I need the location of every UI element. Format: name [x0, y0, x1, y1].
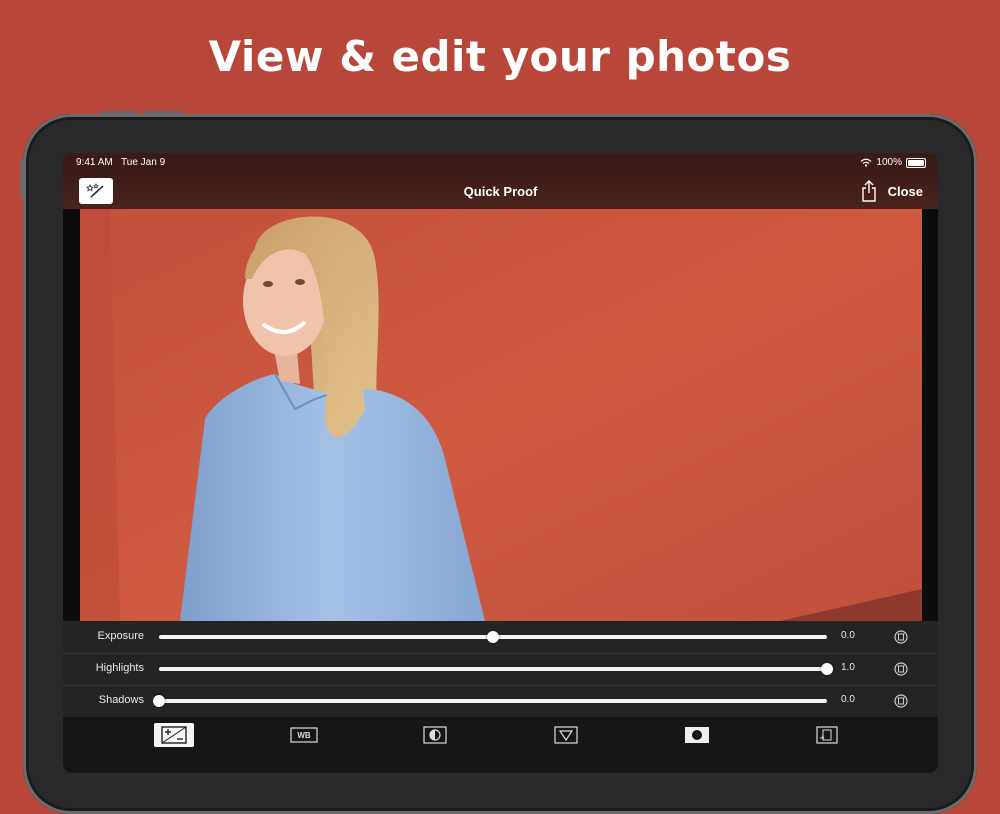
transform-icon [816, 726, 838, 744]
reset-icon[interactable] [893, 661, 909, 677]
slider-knob[interactable] [487, 631, 499, 643]
contrast-icon [423, 726, 447, 744]
slider-knob[interactable] [821, 663, 833, 675]
battery-percent: 100% [876, 157, 902, 168]
tool-vignette[interactable] [677, 723, 717, 747]
tool-curves[interactable] [546, 723, 586, 747]
reset-icon[interactable] [893, 629, 909, 645]
tool-white-balance[interactable]: WB [284, 723, 324, 747]
status-time: 9:41 AM Tue Jan 9 [76, 157, 166, 168]
share-icon[interactable] [860, 179, 878, 203]
battery-icon [906, 157, 926, 168]
highlights-slider[interactable] [159, 663, 833, 675]
slider-label: Exposure [97, 630, 144, 642]
slider-row-shadows: Shadows 0.0 [63, 685, 938, 717]
shadows-slider[interactable] [153, 695, 827, 707]
tool-transform[interactable] [807, 723, 847, 747]
slider-label: Shadows [98, 694, 144, 706]
tool-bar: WB [63, 717, 938, 773]
slider-row-highlights: Highlights 1.0 [63, 653, 938, 686]
wifi-icon [860, 158, 872, 167]
close-button[interactable]: Close [888, 184, 923, 199]
app-screen: 9:41 AM Tue Jan 9 100% Quick Proof Close… [63, 153, 938, 773]
nav-bar: Quick Proof Close [63, 175, 938, 209]
exposure-icon [161, 726, 187, 744]
slider-row-exposure: Exposure 0.0 [63, 621, 938, 654]
reset-icon[interactable] [893, 693, 909, 709]
wb-icon: WB [290, 727, 318, 743]
adjustment-panel: Exposure 0.0 Highlights 1.0 Shadows 0.0 [63, 621, 938, 717]
status-right: 100% [860, 157, 926, 168]
tool-contrast[interactable] [415, 723, 455, 747]
exposure-slider[interactable] [159, 631, 827, 643]
headline: View & edit your photos [208, 32, 792, 81]
photo [80, 209, 922, 621]
slider-knob[interactable] [153, 695, 165, 707]
slider-value: 0.0 [841, 694, 855, 705]
vignette-icon [685, 727, 709, 743]
slider-value: 0.0 [841, 630, 855, 641]
status-bar: 9:41 AM Tue Jan 9 100% [63, 153, 938, 175]
slider-value: 1.0 [841, 662, 855, 673]
slider-label: Highlights [95, 662, 144, 674]
wb-text: WB [297, 731, 311, 740]
page-title: Quick Proof [463, 184, 538, 199]
tool-exposure[interactable] [154, 723, 194, 747]
tone-curve-icon [554, 726, 578, 744]
